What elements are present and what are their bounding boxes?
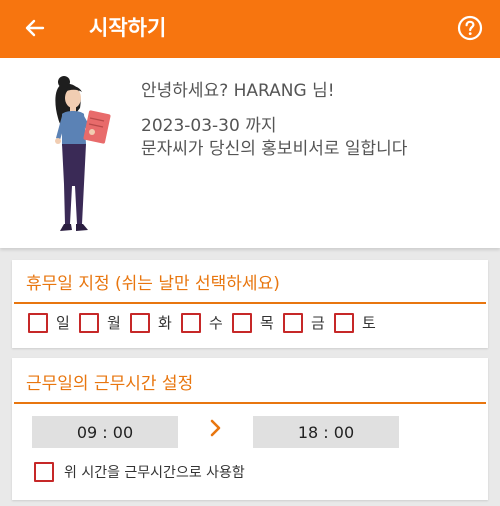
section-divider — [14, 402, 486, 404]
day-label: 화 — [158, 314, 172, 332]
day-label: 일 — [56, 314, 70, 332]
day-checkbox-fri[interactable]: 금 — [283, 313, 329, 333]
day-label: 목 — [260, 314, 274, 332]
day-checkbox-mon[interactable]: 월 — [79, 313, 125, 333]
section-divider — [14, 302, 486, 304]
day-label: 월 — [107, 314, 121, 332]
start-time-field[interactable]: 09 : 00 — [32, 416, 178, 448]
arrow-left-icon — [25, 19, 45, 37]
help-button[interactable] — [456, 14, 484, 42]
checkbox[interactable] — [283, 313, 303, 333]
day-label: 토 — [362, 314, 376, 332]
page-title: 시작하기 — [89, 16, 167, 40]
app-bar: 시작하기 — [0, 0, 500, 58]
checkbox[interactable] — [34, 462, 54, 482]
use-hours-label: 위 시간을 근무시간으로 사용함 — [64, 465, 245, 481]
secretary-avatar — [55, 76, 111, 231]
holiday-card: 휴무일 지정 (쉬는 날만 선택하세요) 일 월 화 수 목 금 토 — [12, 260, 488, 348]
day-checkbox-sat[interactable]: 토 — [334, 313, 380, 333]
day-checkbox-wed[interactable]: 수 — [181, 313, 227, 333]
holiday-section-title: 휴무일 지정 (쉬는 날만 선택하세요) — [26, 274, 280, 294]
checkbox[interactable] — [232, 313, 252, 333]
profile-card: 안녕하세요? HARANG 님! 2023-03-30 까지 문자씨가 당신의 … — [0, 58, 500, 248]
work-hours-card: 근무일의 근무시간 설정 09 : 00 18 : 00 위 시간을 근무시간으… — [12, 358, 488, 500]
day-checkbox-thu[interactable]: 목 — [232, 313, 278, 333]
use-hours-checkbox[interactable]: 위 시간을 근무시간으로 사용함 — [34, 462, 245, 482]
work-hours-section-title: 근무일의 근무시간 설정 — [26, 374, 194, 394]
deadline-text: 2023-03-30 까지 — [141, 116, 277, 136]
checkbox[interactable] — [28, 313, 48, 333]
checkbox[interactable] — [130, 313, 150, 333]
notice-text: 문자씨가 당신의 홍보비서로 일합니다 — [141, 139, 408, 159]
greeting-text: 안녕하세요? HARANG 님! — [141, 81, 335, 101]
day-label: 수 — [209, 314, 223, 332]
day-checkbox-sun[interactable]: 일 — [28, 313, 74, 333]
checkbox[interactable] — [181, 313, 201, 333]
day-checkbox-tue[interactable]: 화 — [130, 313, 176, 333]
end-time-field[interactable]: 18 : 00 — [253, 416, 399, 448]
checkbox[interactable] — [79, 313, 99, 333]
back-button[interactable] — [20, 13, 50, 43]
weekday-checkboxes: 일 월 화 수 목 금 토 — [28, 313, 380, 333]
checkbox[interactable] — [334, 313, 354, 333]
day-label: 금 — [311, 314, 325, 332]
chevron-right-icon — [210, 419, 221, 437]
question-circle-icon — [457, 15, 483, 41]
